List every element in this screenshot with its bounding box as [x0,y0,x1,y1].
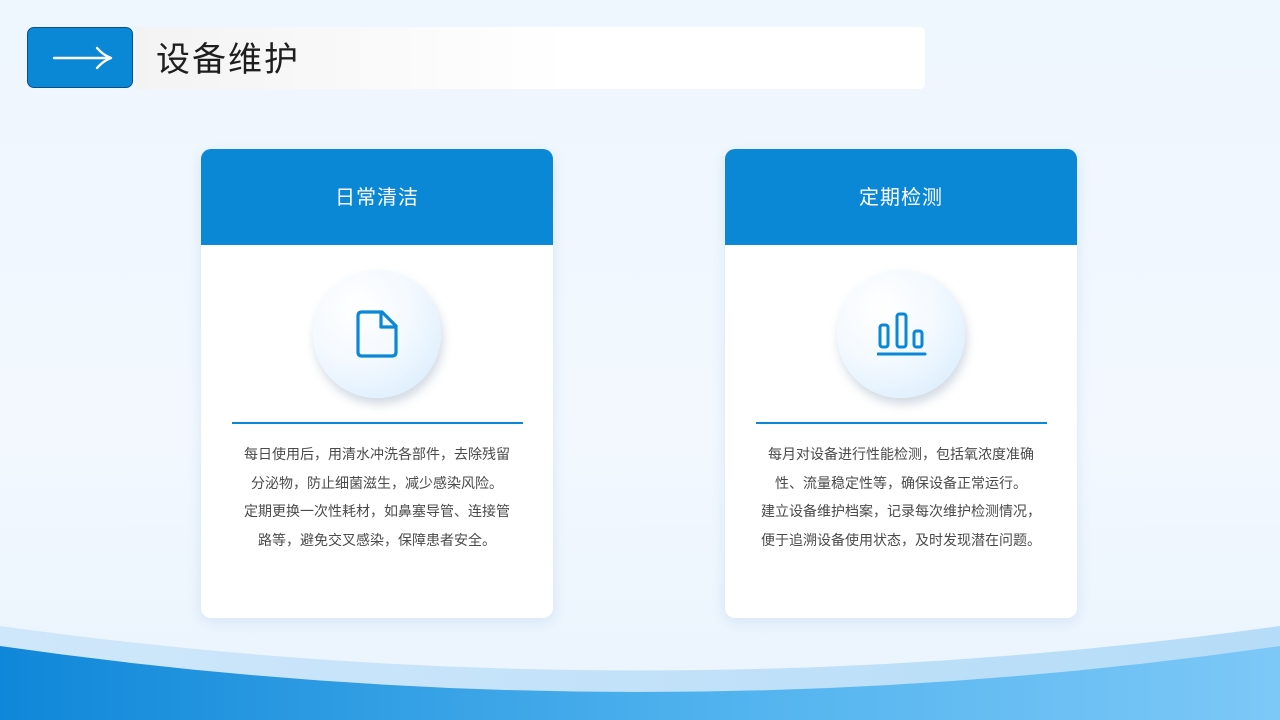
description-line: 路等，避免交叉感染，保障患者安全。 [258,532,496,549]
card-divider [232,422,523,424]
description-line: 便于追溯设备使用状态，及时发现潜在问题。 [761,532,1041,549]
card-periodic-testing: 定期检测 每月对设备进行性能检测，包括氧浓度准确 性、流量稳定性等，确保设备正常… [725,149,1077,618]
description-line: 定期更换一次性耗材，如鼻塞导管、连接管 [244,504,510,521]
bar-chart-icon [877,312,927,356]
document-icon [356,310,398,358]
icon-circle [313,270,441,398]
card-header: 日常清洁 [201,149,553,245]
description-line: 建立设备维护档案，记录每次维护检测情况， [761,504,1041,521]
card-description: 每日使用后，用清水冲洗各部件，去除残留 分泌物，防止细菌滋生，减少感染风险。 定… [219,441,535,555]
description-line: 每日使用后，用清水冲洗各部件，去除残留 [244,447,510,463]
card-description: 每月对设备进行性能检测，包括氧浓度准确 性、流量稳定性等，确保设备正常运行。 建… [743,441,1059,555]
card-title: 日常清洁 [335,185,419,209]
description-line: 分泌物，防止细菌滋生，减少感染风险。 [251,475,503,492]
bottom-wave-decoration [0,626,1280,720]
description-line: 每月对设备进行性能检测，包括氧浓度准确 [768,447,1034,463]
page-title: 设备维护 [156,40,300,80]
icon-circle [837,270,965,398]
header-arrow-badge [27,27,133,88]
description-line: 性、流量稳定性等，确保设备正常运行。 [775,475,1027,492]
card-title: 定期检测 [859,185,943,209]
card-divider [756,422,1047,424]
arrow-right-icon [52,46,113,70]
card-header: 定期检测 [725,149,1077,245]
card-daily-cleaning: 日常清洁 每日使用后，用清水冲洗各部件，去除残留 分泌物，防止细菌滋生，减少感染… [201,149,553,618]
title-bar: 设备维护 [136,27,925,89]
